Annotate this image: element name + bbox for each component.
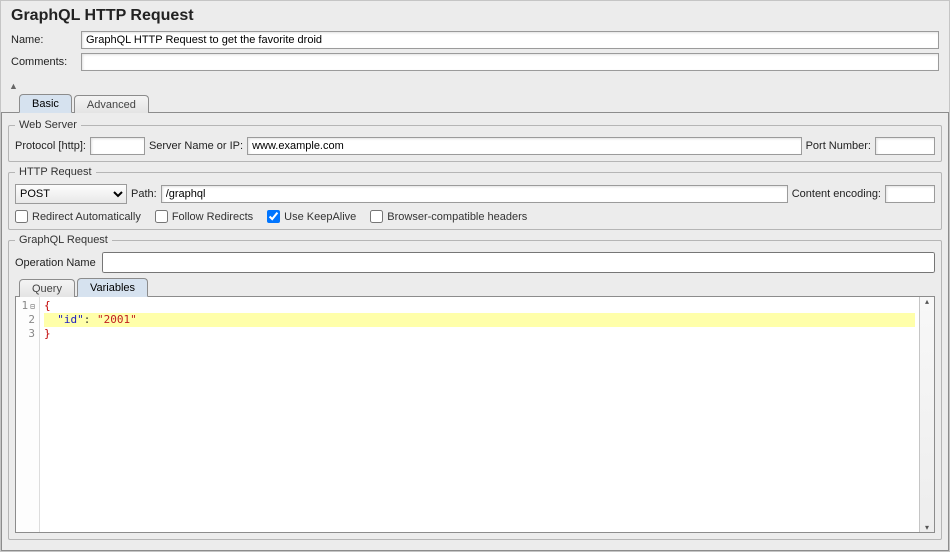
tab-panel-basic: Web Server Protocol [http]: Server Name … — [1, 113, 949, 551]
graphql-request-legend: GraphQL Request — [15, 234, 112, 246]
tab-variables[interactable]: Variables — [77, 278, 148, 297]
encoding-label: Content encoding: — [792, 188, 881, 200]
chk-browser-headers[interactable] — [370, 210, 383, 223]
port-input[interactable] — [875, 137, 935, 155]
editor-code[interactable]: { "id": "2001" } — [40, 297, 919, 532]
scroll-up-icon[interactable]: ▴ — [925, 297, 929, 306]
panel-root: GraphQL HTTP Request Name: Comments: ▲ B… — [0, 0, 950, 552]
scroll-down-icon[interactable]: ▾ — [925, 523, 929, 532]
graphql-inner-tab-strip: Query Variables — [15, 277, 935, 297]
protocol-label: Protocol [http]: — [15, 140, 86, 152]
chk-redirect-auto[interactable] — [15, 210, 28, 223]
editor-gutter: 1⊟ 2 3 — [16, 297, 40, 532]
option-redirect-automatically[interactable]: Redirect Automatically — [15, 210, 141, 223]
chk-follow-redirects[interactable] — [155, 210, 168, 223]
variables-editor[interactable]: 1⊟ 2 3 { "id": "2001" } ▴ ▾ — [15, 297, 935, 533]
path-label: Path: — [131, 188, 157, 200]
server-input[interactable] — [247, 137, 802, 155]
tab-basic[interactable]: Basic — [19, 94, 72, 113]
page-title: GraphQL HTTP Request — [11, 7, 939, 25]
tab-query[interactable]: Query — [19, 279, 75, 297]
name-input[interactable] — [81, 31, 939, 49]
comments-input[interactable] — [81, 53, 939, 71]
graphql-request-group: GraphQL Request Operation Name Query Var… — [8, 234, 942, 540]
http-request-group: HTTP Request POST Path: Content encoding… — [8, 166, 942, 230]
option-keep-alive[interactable]: Use KeepAlive — [267, 210, 356, 223]
server-label: Server Name or IP: — [149, 140, 243, 152]
operation-name-input[interactable] — [102, 252, 935, 273]
tab-advanced[interactable]: Advanced — [74, 95, 149, 113]
fold-icon[interactable]: ⊟ — [30, 300, 35, 314]
http-method-select[interactable]: POST — [15, 184, 127, 204]
comments-label: Comments: — [11, 56, 81, 68]
protocol-input[interactable] — [90, 137, 145, 155]
editor-current-line: "id": "2001" — [44, 313, 915, 327]
web-server-legend: Web Server — [15, 119, 81, 131]
option-browser-headers[interactable]: Browser-compatible headers — [370, 210, 527, 223]
encoding-input[interactable] — [885, 185, 935, 203]
chk-keep-alive[interactable] — [267, 210, 280, 223]
operation-name-label: Operation Name — [15, 257, 96, 269]
editor-scrollbar[interactable]: ▴ ▾ — [919, 297, 934, 532]
http-request-legend: HTTP Request — [15, 166, 96, 178]
web-server-group: Web Server Protocol [http]: Server Name … — [8, 119, 942, 162]
option-follow-redirects[interactable]: Follow Redirects — [155, 210, 253, 223]
name-label: Name: — [11, 34, 81, 46]
path-input[interactable] — [161, 185, 788, 203]
port-label: Port Number: — [806, 140, 871, 152]
collapse-handle-icon[interactable]: ▲ — [1, 79, 949, 93]
top-tab-strip: Basic Advanced — [1, 93, 949, 113]
header-block: GraphQL HTTP Request Name: Comments: — [1, 1, 949, 79]
